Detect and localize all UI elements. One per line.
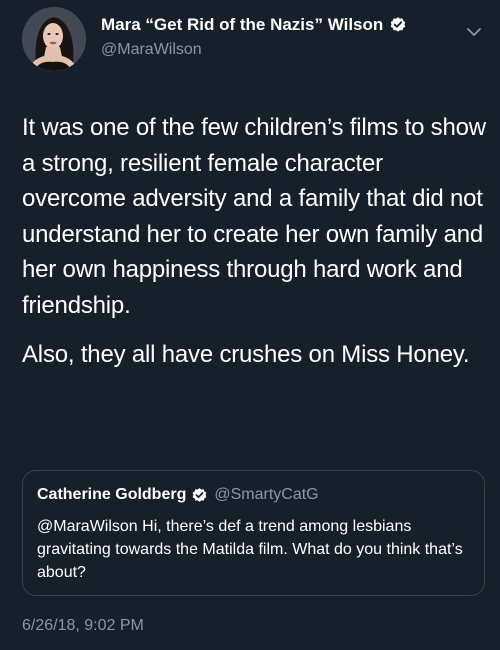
avatar-photo-icon: [22, 7, 86, 71]
tweet-paragraph: Also, they all have crushes on Miss Hone…: [22, 341, 470, 368]
verified-badge-icon: [391, 17, 406, 32]
quoted-tweet-card[interactable]: Catherine Goldberg @SmartyCatG @MaraWils…: [22, 470, 485, 596]
quoted-author-name: Catherine Goldberg: [37, 486, 187, 503]
quoted-tweet-text: @MaraWilson Hi, there’s def a trend amon…: [37, 518, 463, 581]
tweet-paragraph: It was one of the few children’s films t…: [22, 114, 486, 319]
tweet-timestamp[interactable]: 6/26/18, 9:02 PM: [22, 617, 144, 635]
tweet: Mara “Get Rid of the Nazis” Wilson @Mara…: [0, 0, 500, 650]
author-avatar[interactable]: [22, 7, 86, 71]
author-display-name[interactable]: Mara “Get Rid of the Nazis” Wilson: [101, 15, 383, 35]
author-name-row: Mara “Get Rid of the Nazis” Wilson: [101, 15, 407, 35]
author-handle[interactable]: @MaraWilson: [101, 41, 202, 59]
quoted-tweet-header: Catherine Goldberg @SmartyCatG: [37, 486, 319, 504]
verified-badge-icon: [192, 487, 207, 502]
quoted-author-handle: @SmartyCatG: [214, 486, 319, 503]
tweet-body: It was one of the few children’s films t…: [22, 110, 492, 373]
chevron-down-icon[interactable]: [466, 26, 482, 38]
